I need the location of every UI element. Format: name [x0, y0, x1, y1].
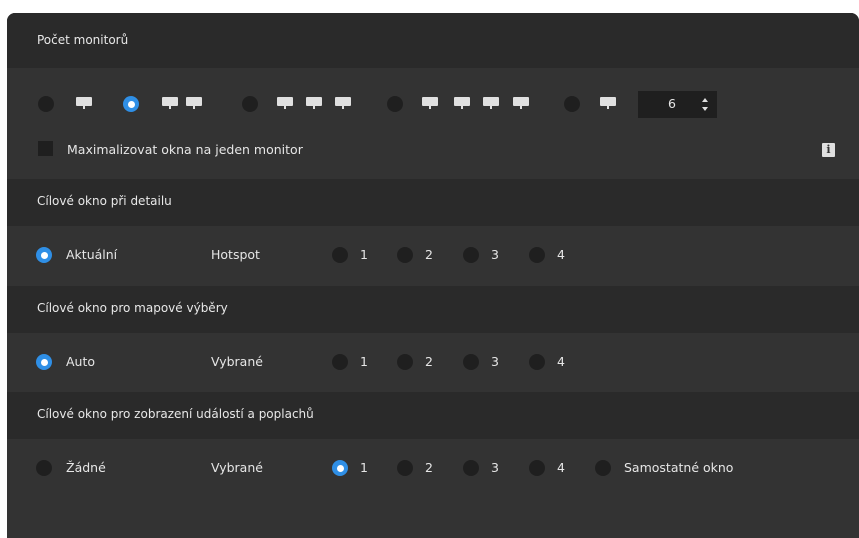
map-window-4-radio[interactable] — [529, 354, 545, 370]
section-title-events: Cílové okno pro zobrazení událostí a pop… — [37, 407, 314, 421]
monitor-option-3-radio[interactable] — [242, 96, 258, 112]
events-window-2-label: 2 — [425, 460, 433, 475]
detail-window-4-label: 4 — [557, 247, 565, 262]
section-header-detail: Cílové okno při detailu — [7, 179, 859, 226]
events-standalone-label: Samostatné okno — [624, 460, 734, 475]
detail-current-label: Aktuální — [66, 247, 118, 262]
events-none-label: Žádné — [66, 460, 106, 475]
stepper-up-icon[interactable] — [702, 98, 708, 102]
monitor-icon — [454, 97, 470, 109]
section-header-events: Cílové okno pro zobrazení událostí a pop… — [7, 392, 859, 439]
maximize-windows-label: Maximalizovat okna na jeden monitor — [67, 142, 303, 157]
monitor-icon — [422, 97, 438, 109]
map-window-4-label: 4 — [557, 354, 565, 369]
events-window-3-radio[interactable] — [463, 460, 479, 476]
detail-current-radio[interactable] — [36, 247, 52, 263]
detail-window-1-label: 1 — [360, 247, 368, 262]
events-window-4-label: 4 — [557, 460, 565, 475]
detail-window-2-radio[interactable] — [397, 247, 413, 263]
monitor-count-value: 6 — [668, 96, 676, 111]
map-window-1-label: 1 — [360, 354, 368, 369]
section-header-monitors: Počet monitorů — [7, 13, 859, 68]
detail-window-1-radio[interactable] — [332, 247, 348, 263]
map-auto-label: Auto — [66, 354, 96, 369]
events-window-1-label: 1 — [360, 460, 368, 475]
section-title-detail: Cílové okno při detailu — [37, 194, 172, 208]
monitor-option-custom-radio[interactable] — [564, 96, 580, 112]
info-icon[interactable]: i — [822, 143, 835, 157]
monitor-option-1-radio[interactable] — [38, 96, 54, 112]
monitor-icon — [600, 97, 616, 109]
monitor-icon — [162, 97, 178, 109]
events-selected-label: Vybrané — [211, 460, 263, 475]
monitor-count-stepper[interactable]: 6 — [638, 91, 717, 118]
monitor-icon — [306, 97, 322, 109]
events-none-radio[interactable] — [36, 460, 52, 476]
monitor-icon — [483, 97, 499, 109]
settings-panel: Počet monitorů 6 Maximalizovat okna na j… — [7, 13, 859, 538]
monitor-option-2-radio[interactable] — [123, 96, 139, 112]
events-window-2-radio[interactable] — [397, 460, 413, 476]
map-window-3-radio[interactable] — [463, 354, 479, 370]
section-title-map: Cílové okno pro mapové výběry — [37, 301, 228, 315]
events-window-1-radio[interactable] — [332, 460, 348, 476]
map-window-2-label: 2 — [425, 354, 433, 369]
monitor-icon — [335, 97, 351, 109]
stepper-down-icon[interactable] — [702, 107, 708, 111]
section-header-map: Cílové okno pro mapové výběry — [7, 286, 859, 333]
maximize-windows-checkbox[interactable] — [38, 141, 53, 156]
map-window-3-label: 3 — [491, 354, 499, 369]
events-standalone-radio[interactable] — [595, 460, 611, 476]
monitor-icon — [76, 97, 92, 109]
map-selected-label: Vybrané — [211, 354, 263, 369]
events-window-4-radio[interactable] — [529, 460, 545, 476]
detail-hotspot-label: Hotspot — [211, 247, 260, 262]
detail-window-2-label: 2 — [425, 247, 433, 262]
monitor-option-4-radio[interactable] — [387, 96, 403, 112]
monitor-icon — [513, 97, 529, 109]
events-window-3-label: 3 — [491, 460, 499, 475]
monitor-icon — [186, 97, 202, 109]
map-window-2-radio[interactable] — [397, 354, 413, 370]
detail-window-3-label: 3 — [491, 247, 499, 262]
detail-window-4-radio[interactable] — [529, 247, 545, 263]
detail-window-3-radio[interactable] — [463, 247, 479, 263]
map-window-1-radio[interactable] — [332, 354, 348, 370]
monitor-icon — [277, 97, 293, 109]
section-title-monitors: Počet monitorů — [37, 33, 129, 47]
map-auto-radio[interactable] — [36, 354, 52, 370]
